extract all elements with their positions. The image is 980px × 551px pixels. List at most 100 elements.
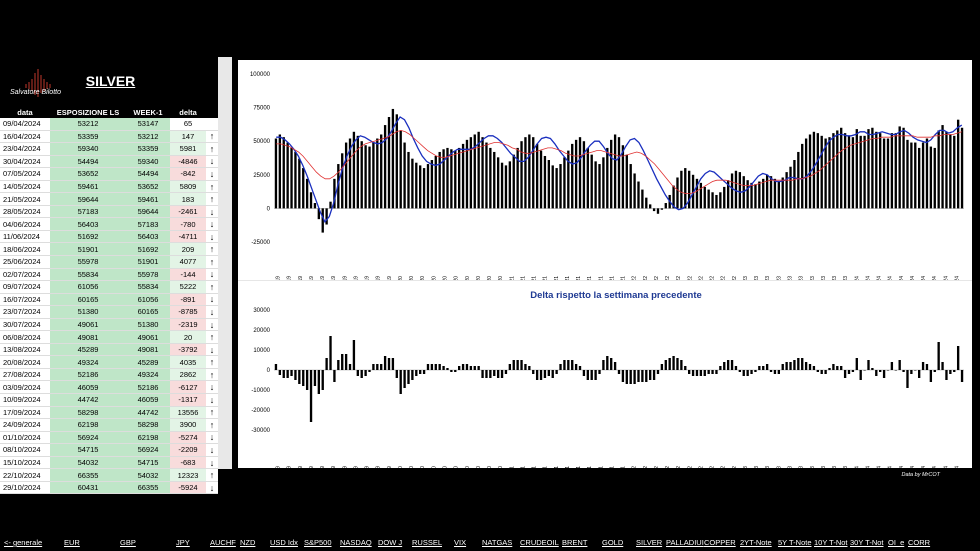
bar: [921, 362, 925, 370]
x-tick-label: 29/9/20: [476, 466, 482, 468]
cell-delta: -2461: [170, 205, 206, 219]
x-tick-label: 19/9/23: [821, 466, 827, 468]
cell-delta: -5924: [170, 481, 206, 495]
nav-link-7[interactable]: S&P500: [304, 538, 332, 547]
nav-link-8[interactable]: NASDAQ: [340, 538, 372, 547]
cell-week-prev: 49061: [126, 330, 170, 344]
nav-link-2[interactable]: GBP: [120, 538, 136, 547]
bar: [875, 131, 878, 209]
bar: [454, 370, 457, 372]
nav-link-6[interactable]: USD Idx: [270, 538, 298, 547]
bar: [555, 370, 558, 374]
cell-delta: 3900: [170, 418, 206, 432]
bar: [337, 360, 340, 370]
nav-link-21[interactable]: 10Y T-Not: [814, 538, 848, 547]
cell-week-prev: 55834: [126, 280, 170, 294]
vertical-scrollbar[interactable]: [218, 57, 232, 469]
bar: [918, 147, 921, 209]
cell-exposure: 66355: [50, 468, 126, 482]
x-tick-label: 17/5/22: [665, 466, 671, 468]
cell-date: 24/09/2024: [0, 418, 50, 432]
nav-link-3[interactable]: JPY: [176, 538, 190, 547]
col-header-delta: delta: [170, 107, 206, 118]
bar: [762, 178, 765, 209]
bar: [274, 138, 278, 209]
bar: [879, 133, 882, 209]
bar: [777, 181, 780, 209]
nav-link-5[interactable]: NZD: [240, 538, 255, 547]
cell-exposure: 59644: [50, 192, 126, 206]
bar: [313, 370, 317, 386]
nav-link-19[interactable]: 2YT-Note: [740, 538, 772, 547]
bar: [574, 364, 578, 370]
cell-week-prev: 44742: [126, 406, 170, 420]
cell-date: 30/04/2024: [0, 155, 50, 169]
cell-week-prev: 55978: [126, 268, 170, 282]
arrow-down-icon: ↓: [206, 167, 218, 181]
bar: [465, 364, 469, 370]
cell-date: 16/04/2024: [0, 130, 50, 144]
bar: [656, 208, 660, 214]
bar: [691, 370, 695, 376]
bar: [391, 358, 395, 370]
bar: [613, 362, 617, 370]
bar: [473, 366, 476, 370]
bar: [660, 364, 664, 370]
nav-link-4[interactable]: AUCHF: [210, 538, 236, 547]
bar: [746, 180, 749, 209]
col-header-date: data: [0, 107, 50, 118]
bar: [458, 147, 461, 209]
bar: [824, 370, 827, 374]
x-tick-label: 23/3/21: [532, 466, 538, 468]
bar: [602, 360, 605, 370]
bar: [598, 164, 601, 209]
nav-link-15[interactable]: GOLD: [602, 538, 623, 547]
nav-link-13[interactable]: CRUDEOIL: [520, 538, 559, 547]
bar: [937, 342, 940, 370]
cell-date: 20/08/2024: [0, 355, 50, 369]
bar: [535, 370, 539, 380]
x-tick-label: 16/4/24: [888, 466, 894, 468]
nav-link-0[interactable]: <- generale: [4, 538, 42, 547]
bar: [871, 127, 874, 209]
cell-delta: 209: [170, 242, 206, 256]
bar: [594, 370, 597, 380]
bar: [407, 370, 410, 384]
y-tick-label: 100000: [250, 72, 271, 78]
bar: [364, 145, 367, 209]
cell-week-prev: 59461: [126, 192, 170, 206]
bar: [953, 370, 956, 372]
bar: [730, 173, 734, 209]
bar: [535, 143, 539, 209]
bar: [578, 366, 582, 370]
nav-link-14[interactable]: BRENT: [562, 538, 587, 547]
x-tick-label: 21/5/24: [899, 466, 905, 468]
bar: [684, 168, 687, 209]
nav-link-20[interactable]: 5Y T-Note: [778, 538, 812, 547]
bar: [434, 155, 437, 209]
nav-link-23[interactable]: OI_e: [888, 538, 904, 547]
bar: [773, 178, 777, 209]
nav-link-17[interactable]: PALLADIUI: [666, 538, 704, 547]
cell-date: 21/05/2024: [0, 192, 50, 206]
cell-date: 14/05/2024: [0, 180, 50, 194]
nav-link-9[interactable]: DOW J: [378, 538, 402, 547]
nav-link-10[interactable]: RUSSEL: [412, 538, 442, 547]
bar: [477, 366, 480, 370]
bar: [559, 364, 562, 370]
bar: [508, 161, 512, 209]
bar: [321, 208, 324, 233]
y-tick-label: -20000: [251, 408, 270, 414]
nav-link-18[interactable]: COPPER: [704, 538, 736, 547]
bar: [637, 370, 640, 382]
nav-link-16[interactable]: SILVER: [636, 538, 662, 547]
nav-link-24[interactable]: CORR: [908, 538, 930, 547]
cell-delta: -683: [170, 456, 206, 470]
bar: [882, 370, 886, 378]
bar: [941, 125, 944, 209]
nav-link-1[interactable]: EUR: [64, 538, 80, 547]
nav-link-12[interactable]: NATGAS: [482, 538, 512, 547]
nav-link-22[interactable]: 30Y T-Not: [850, 538, 884, 547]
nav-link-11[interactable]: VIX: [454, 538, 466, 547]
bar: [387, 117, 391, 209]
